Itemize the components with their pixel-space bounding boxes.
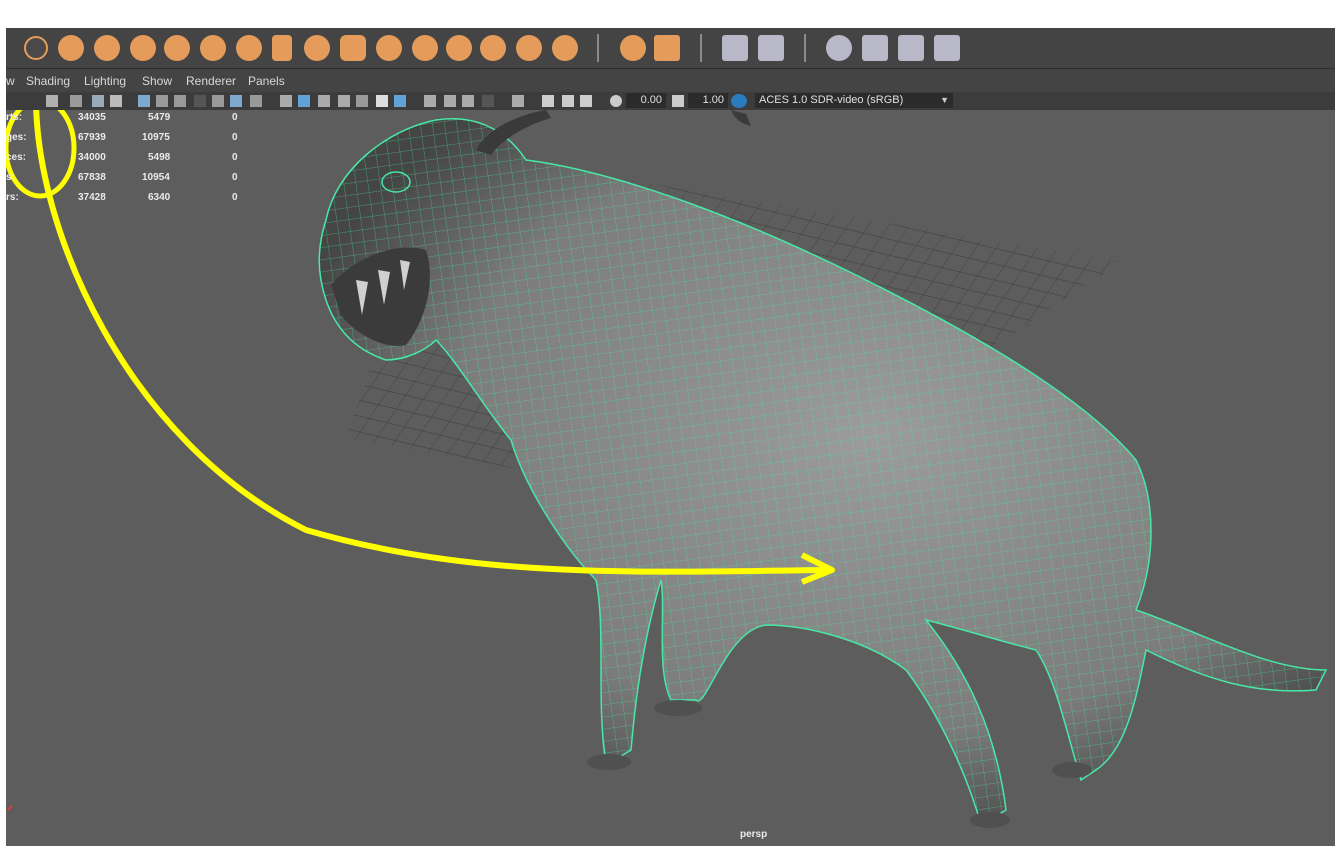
chain-spheres-icon[interactable] [200, 35, 226, 61]
panel-toolbar: 0.00 1.00 ACES 1.0 SDR-video (sRGB) ▼ [6, 92, 1335, 110]
safe-action-icon[interactable] [230, 95, 242, 107]
menu-show[interactable]: Show [142, 74, 172, 88]
menu-renderer[interactable]: Renderer [186, 74, 236, 88]
exposure-icon[interactable] [610, 95, 622, 107]
spiky-sphere-icon[interactable] [516, 35, 542, 61]
screen-space-ao-icon[interactable] [424, 95, 436, 107]
group-spheres-icon[interactable] [164, 35, 190, 61]
scene-render [6, 110, 1328, 828]
smooth-shade-icon[interactable] [298, 95, 310, 107]
moon-sphere-icon[interactable] [480, 35, 506, 61]
grid-icon[interactable] [138, 95, 150, 107]
motion-blur-icon[interactable] [444, 95, 456, 107]
shelf [6, 28, 1335, 69]
camera-label: persp [740, 829, 768, 840]
bookmark-icon[interactable] [70, 95, 82, 107]
film-gate-icon[interactable] [156, 95, 168, 107]
pie-sphere-icon[interactable] [412, 35, 438, 61]
split-sphere-icon[interactable] [236, 35, 262, 61]
burst-sphere-icon[interactable] [376, 35, 402, 61]
shadows-icon[interactable] [394, 95, 406, 107]
resolution-gate-icon[interactable] [174, 95, 186, 107]
character-icon[interactable] [758, 35, 784, 61]
safe-title-icon[interactable] [250, 95, 262, 107]
cube-sphere-icon[interactable] [340, 35, 366, 61]
depth-of-field-icon[interactable] [482, 95, 494, 107]
isolate-select-icon[interactable] [512, 95, 524, 107]
eraser-tool-icon[interactable] [934, 35, 960, 61]
view-transform-label: ACES 1.0 SDR-video (sRGB) [759, 94, 904, 106]
sphere-half-icon[interactable] [58, 35, 84, 61]
menu-panels[interactable]: Panels [248, 74, 285, 88]
shelf-separator [804, 34, 806, 62]
light-sphere-icon[interactable] [620, 35, 646, 61]
sphere-icon[interactable] [94, 35, 120, 61]
chevron-down-icon: ▼ [940, 95, 949, 105]
snowflake-sphere-icon[interactable] [552, 35, 578, 61]
hud-row: rts: 34035 5479 0 [6, 112, 238, 123]
slice-sphere-icon[interactable] [130, 35, 156, 61]
hud-row: s: 67838 10954 0 [6, 172, 238, 183]
shelf-separator [700, 34, 702, 62]
edit-sphere-icon[interactable] [446, 35, 472, 61]
textured-icon[interactable] [356, 95, 368, 107]
hypershade-icon[interactable] [722, 35, 748, 61]
anti-aliasing-icon[interactable] [462, 95, 474, 107]
color-management-icon[interactable] [731, 94, 747, 108]
hud-row: ges: 67939 10975 0 [6, 132, 238, 143]
exposure-field[interactable]: 0.00 [626, 93, 666, 108]
xray-icon[interactable] [542, 95, 554, 107]
menu-view[interactable]: w [6, 74, 15, 88]
camera-icon[interactable] [46, 95, 58, 107]
shelf-separator [597, 34, 599, 62]
image-plane-icon[interactable] [92, 95, 104, 107]
gate-mask-icon[interactable] [194, 95, 206, 107]
eye-tool-icon[interactable] [898, 35, 924, 61]
xray-joints-icon[interactable] [562, 95, 574, 107]
cut-sphere-icon[interactable] [304, 35, 330, 61]
xray-components-icon[interactable] [580, 95, 592, 107]
stamp-icon[interactable] [272, 35, 292, 61]
menu-shading[interactable]: Shading [26, 74, 70, 88]
lights-icon[interactable] [376, 95, 388, 107]
maya-window: w Shading Lighting Show Renderer Panels [0, 0, 1335, 846]
field-chart-icon[interactable] [212, 95, 224, 107]
wireframe-sphere-icon[interactable] [24, 36, 48, 60]
render-view-icon[interactable] [654, 35, 680, 61]
hud-row: ces: 34000 5498 0 [6, 152, 238, 163]
view-transform-dropdown[interactable]: ACES 1.0 SDR-video (sRGB) ▼ [755, 93, 953, 108]
panel-menubar: w Shading Lighting Show Renderer Panels [6, 69, 1335, 92]
hud-row: rs: 37428 6340 0 [6, 192, 238, 203]
top-margin [0, 0, 1335, 28]
menu-lighting[interactable]: Lighting [84, 74, 126, 88]
disc-tool-icon[interactable] [826, 35, 852, 61]
gamma-icon[interactable] [672, 95, 684, 107]
target-tool-icon[interactable] [862, 35, 888, 61]
wireframe-on-shaded-icon[interactable] [338, 95, 350, 107]
default-material-icon[interactable] [318, 95, 330, 107]
wireframe-icon[interactable] [280, 95, 292, 107]
viewport-3d[interactable]: rts: 34035 5479 0 ges: 67939 10975 0 ces… [6, 110, 1335, 846]
axis-indicator-icon [7, 805, 13, 811]
pencil-icon[interactable] [110, 95, 122, 107]
gamma-field[interactable]: 1.00 [688, 93, 728, 108]
